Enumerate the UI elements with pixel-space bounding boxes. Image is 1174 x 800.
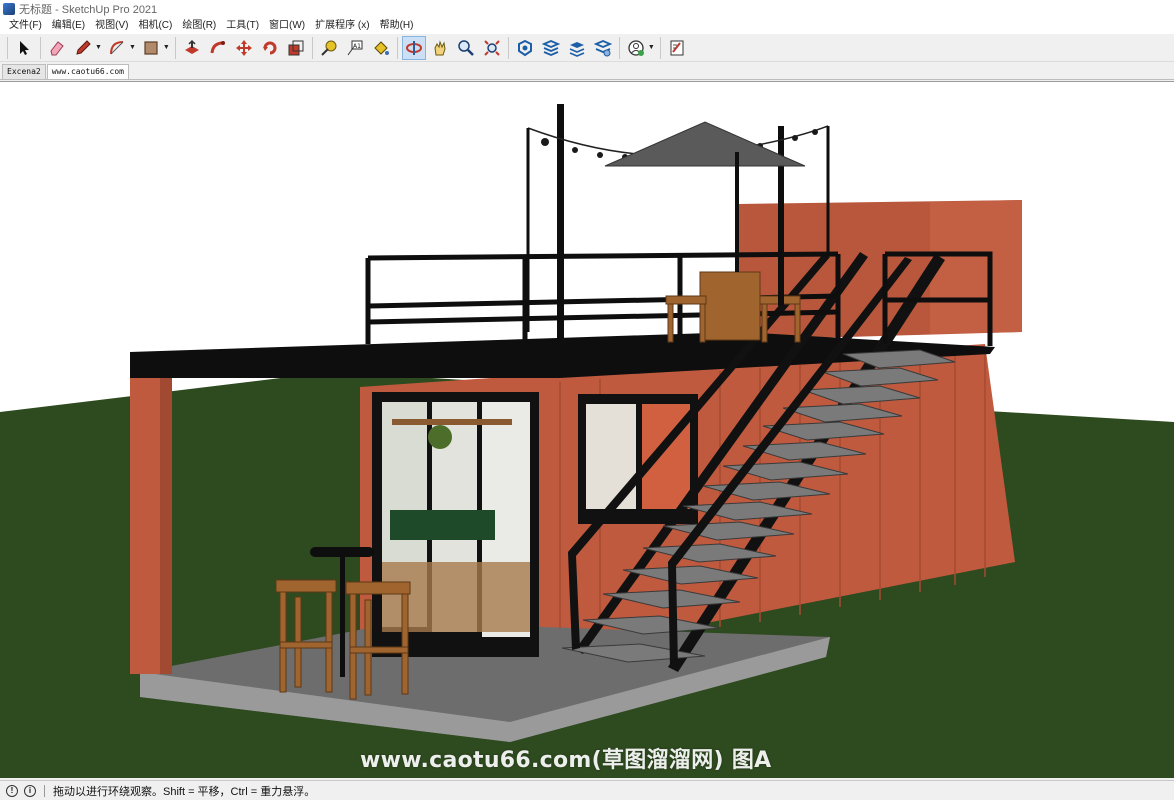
window-title: 无标题 - SketchUp Pro 2021 <box>19 4 158 16</box>
extension-manager-button[interactable] <box>591 36 615 60</box>
light-pole-left <box>557 104 564 352</box>
bar-table-post <box>340 557 345 677</box>
extension-warehouse-icon <box>541 39 560 56</box>
zoom-extents-tool-button[interactable] <box>480 36 504 60</box>
text-tool-button[interactable]: A1 <box>343 36 367 60</box>
layout-icon <box>569 41 585 57</box>
preferences-button[interactable] <box>665 36 689 60</box>
scene-tabs: Excena2 www.caotu66.com <box>0 62 1174 80</box>
push-pull-icon <box>184 39 199 54</box>
preferences-icon <box>670 40 684 55</box>
send-to-layout-button[interactable] <box>565 36 589 60</box>
menu-tools[interactable]: 工具(T) <box>221 18 264 34</box>
upper-back-wall-side <box>930 200 1022 334</box>
patio-umbrella-pole <box>735 152 739 272</box>
rotate-tool-button[interactable] <box>258 36 282 60</box>
status-message: 拖动以进行环绕观察。Shift = 平移，Ctrl = 重力悬浮。 <box>53 785 316 798</box>
rectangle-icon <box>144 40 158 55</box>
pencil-tool-button[interactable] <box>71 36 95 60</box>
toolbar-separator <box>396 36 398 59</box>
toolbar-grip <box>7 36 8 59</box>
zoom-tool-button[interactable] <box>454 36 478 60</box>
interior-plant <box>428 425 452 449</box>
toolbar-separator <box>507 36 509 59</box>
light-pole-right <box>778 126 784 306</box>
menu-view[interactable]: 视图(V) <box>90 18 133 34</box>
select-icon <box>20 40 29 55</box>
follow-me-icon <box>210 40 225 53</box>
menu-bar: 文件(F) 编辑(E) 视图(V) 相机(C) 绘图(R) 工具(T) 窗口(W… <box>0 18 1174 34</box>
chevron-down-icon[interactable]: ▼ <box>95 44 102 51</box>
toolbar-separator <box>311 36 313 59</box>
rotate-icon <box>262 41 277 54</box>
orbit-tool-button[interactable] <box>401 35 426 60</box>
follow-me-tool-button[interactable] <box>206 36 230 60</box>
status-bar: ! i 拖动以进行环绕观察。Shift = 平移，Ctrl = 重力悬浮。 <box>0 780 1174 800</box>
toolbar-separator <box>659 36 661 59</box>
account-button[interactable] <box>624 36 648 60</box>
zoom-icon <box>458 39 474 56</box>
eraser-tool-button[interactable] <box>45 36 69 60</box>
menu-extensions[interactable]: 扩展程序 (x) <box>310 18 374 34</box>
watermark-text: www.caotu66.com(草图溜溜网) 图A <box>360 748 772 773</box>
chevron-down-icon[interactable]: ▼ <box>129 44 136 51</box>
pan-icon <box>434 39 446 55</box>
extension-warehouse-button[interactable] <box>539 36 563 60</box>
move-icon <box>235 39 252 56</box>
toolbar-separator <box>618 36 620 59</box>
arc-tool-button[interactable] <box>105 36 129 60</box>
move-tool-button[interactable] <box>232 36 256 60</box>
chevron-down-icon[interactable]: ▼ <box>163 44 170 51</box>
3d-warehouse-button[interactable] <box>513 36 537 60</box>
geo-location-icon[interactable]: ! <box>6 784 18 797</box>
container-house-model <box>0 82 1174 778</box>
pan-tool-button[interactable] <box>428 36 452 60</box>
text-icon: A1 <box>347 40 363 55</box>
interior-sofa <box>390 510 495 540</box>
scale-tool-button[interactable] <box>284 36 308 60</box>
scene-tab-caotu66[interactable]: www.caotu66.com <box>46 64 129 79</box>
account-icon <box>628 39 644 56</box>
paint-bucket-tool-button[interactable] <box>369 36 393 60</box>
pencil-icon <box>76 39 91 55</box>
scale-icon <box>288 40 304 55</box>
sketchup-window: 无标题 - SketchUp Pro 2021 文件(F) 编辑(E) 视图(V… <box>0 0 1174 800</box>
svg-text:A1: A1 <box>353 43 361 50</box>
info-icon[interactable]: i <box>24 784 36 797</box>
select-tool-button[interactable] <box>12 36 36 60</box>
arc-icon <box>109 40 124 54</box>
paint-bucket-icon <box>374 40 389 55</box>
menu-help[interactable]: 帮助(H) <box>375 18 419 34</box>
toolbar-separator <box>40 36 41 59</box>
support-column-side <box>160 372 172 674</box>
menu-file[interactable]: 文件(F) <box>4 18 47 34</box>
bar-table-top <box>310 547 374 557</box>
tape-measure-tool-button[interactable] <box>317 36 341 60</box>
rectangle-tool-button[interactable] <box>139 36 163 60</box>
tape-measure-icon <box>321 40 337 56</box>
push-pull-tool-button[interactable] <box>180 36 204 60</box>
sketchup-logo-icon <box>3 3 15 15</box>
eraser-icon <box>50 40 64 55</box>
scene-tab-excena2[interactable]: Excena2 <box>2 64 46 79</box>
menu-camera[interactable]: 相机(C) <box>133 18 177 34</box>
large-tool-set-toolbar: ▼ ▼ ▼ A1 ▼ <box>0 34 1174 62</box>
status-divider <box>44 784 45 797</box>
orbit-icon <box>405 40 422 55</box>
extension-manager-icon <box>593 39 612 56</box>
menu-window[interactable]: 窗口(W) <box>264 18 310 34</box>
menu-edit[interactable]: 编辑(E) <box>47 18 90 34</box>
title-bar: 无标题 - SketchUp Pro 2021 <box>0 0 1174 18</box>
interior-shelf <box>392 419 512 425</box>
warehouse-icon <box>517 39 532 56</box>
chevron-down-icon[interactable]: ▼ <box>648 44 655 51</box>
zoom-extents-icon <box>484 39 500 56</box>
menu-draw[interactable]: 绘图(R) <box>177 18 221 34</box>
toolbar-separator <box>174 36 176 59</box>
model-viewport[interactable]: www.caotu66.com(草图溜溜网) 图A <box>0 81 1174 778</box>
